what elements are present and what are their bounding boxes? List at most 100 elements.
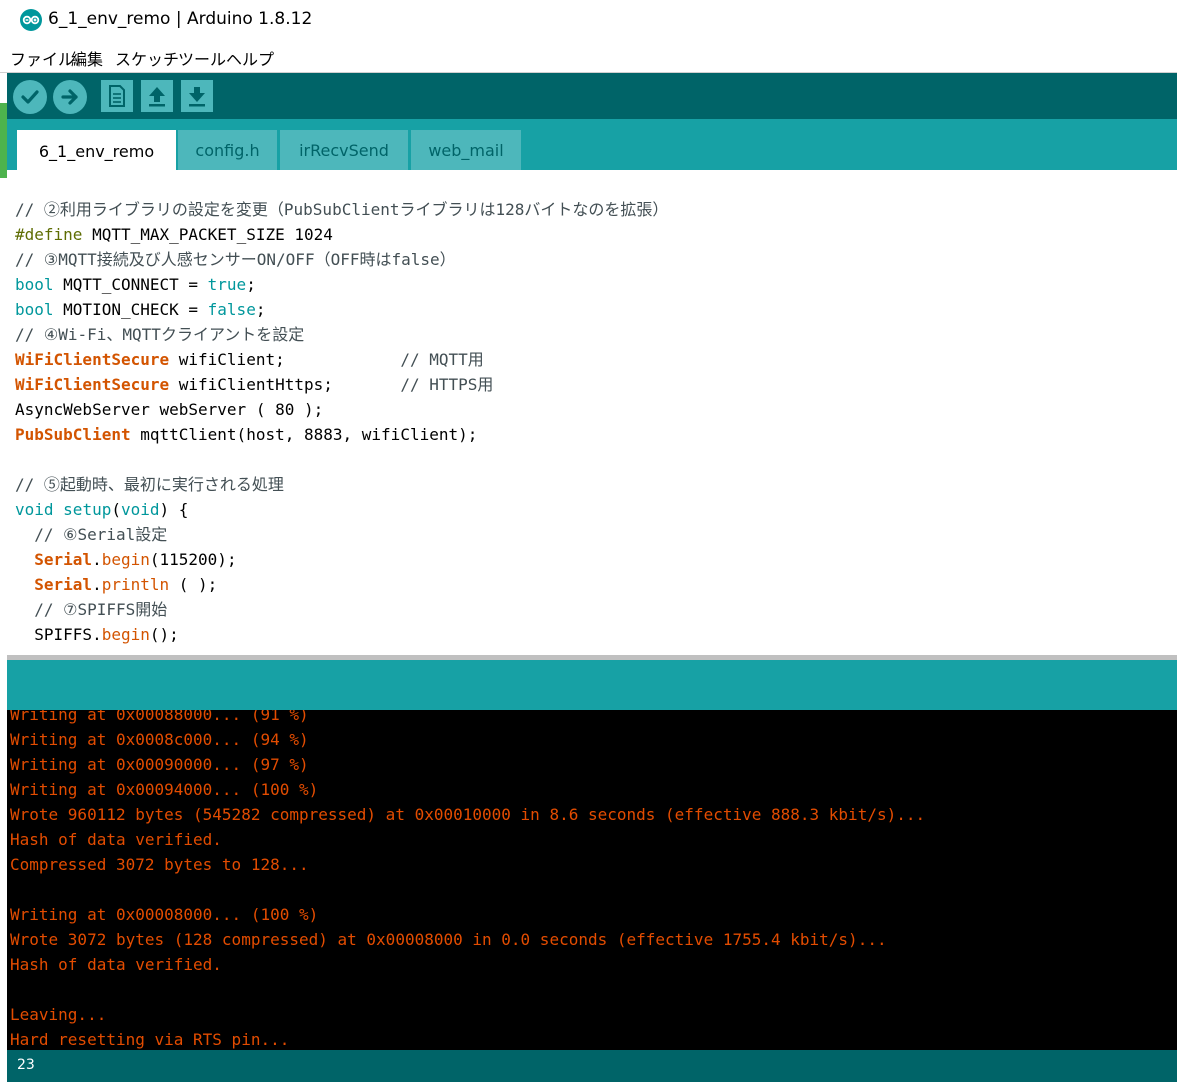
tab-web-mail[interactable]: web_mail xyxy=(411,130,521,170)
open-button[interactable] xyxy=(141,80,173,112)
code-token: wifiClientHttps; xyxy=(169,375,401,394)
console-line: Compressed 3072 bytes to 128... xyxy=(10,855,309,874)
tab-config-h[interactable]: config.h xyxy=(178,130,277,170)
tab-6-1-env-remo[interactable]: 6_1_env_remo xyxy=(17,130,176,172)
console-lines: Writing at 0x00088000... (91 %) Writing a… xyxy=(10,710,925,1050)
arduino-logo-icon xyxy=(20,9,42,31)
code-line: // ③MQTT接続及び人感センサーON/OFF（OFF時はfalse） xyxy=(15,247,668,272)
sketch-tabs: 6_1_env_remo config.h irRecvSend web_mai… xyxy=(7,119,1177,172)
code-token: // ⑦SPIFFS開始 xyxy=(15,600,168,619)
code-token: bool xyxy=(15,275,54,294)
code-token: // ③MQTT接続及び人感センサーON/OFF（OFF時はfalse） xyxy=(15,250,456,269)
arrow-up-icon xyxy=(149,87,165,107)
code-line: void setup(void) { xyxy=(15,497,668,522)
status-bar xyxy=(7,660,1177,710)
line-number: 23 xyxy=(17,1057,35,1073)
code-line: Serial.println ( ); xyxy=(15,572,668,597)
code-token: MQTT_MAX_PACKET_SIZE 1024 xyxy=(82,225,333,244)
code-token: AsyncWebServer webServer ( 80 ); xyxy=(15,400,324,419)
code-token: ( ); xyxy=(169,575,218,594)
code-line: SPIFFS.begin(); xyxy=(15,622,668,647)
window-left-accent xyxy=(0,103,7,178)
console-line: Wrote 3072 bytes (128 compressed) at 0x0… xyxy=(10,930,887,949)
code-line: WiFiClientSecure wifiClientHttps; // HTT… xyxy=(15,372,668,397)
code-token: (115200); xyxy=(149,550,237,569)
upload-button[interactable] xyxy=(53,80,87,114)
code-token: ; xyxy=(255,300,266,319)
console-line: Writing at 0x00094000... (100 %) xyxy=(10,780,319,799)
code-token: // ⑤起動時、最初に実行される処理 xyxy=(15,475,284,494)
code-token: bool xyxy=(15,300,54,319)
console-line: Leaving... xyxy=(10,1005,107,1024)
console-line: Wrote 960112 bytes (545282 compressed) a… xyxy=(10,805,926,824)
code-token: ; xyxy=(246,275,256,294)
code-line: // ⑤起動時、最初に実行される処理 xyxy=(15,472,668,497)
menu-tools[interactable]: ツール xyxy=(178,46,226,70)
code-token: // ⑥Serial設定 xyxy=(15,525,168,544)
code-token: ) { xyxy=(159,500,189,519)
check-icon xyxy=(21,90,39,104)
code-token: false xyxy=(207,300,256,319)
code-line: // ④Wi-Fi、MQTTクライアントを設定 xyxy=(15,322,668,347)
window-left-edge xyxy=(0,73,7,1085)
console-line: Writing at 0x0008c000... (94 %) xyxy=(10,730,309,749)
console-line: Hash of data verified. xyxy=(10,830,222,849)
code-token: // ②利用ライブラリの設定を変更（PubSubClientライブラリは128バ… xyxy=(15,200,669,219)
console-output[interactable]: Writing at 0x00088000... (91 %) Writing a… xyxy=(7,710,1177,1050)
code-token: println xyxy=(101,575,170,594)
code-token: mqttClient(host, 8883, wifiClient); xyxy=(130,425,478,444)
menu-edit[interactable]: 編集 xyxy=(71,46,103,70)
footer-bar: 23 xyxy=(7,1050,1177,1082)
console-line: Hard resetting via RTS pin... xyxy=(10,1030,290,1049)
code-line: AsyncWebServer webServer ( 80 ); xyxy=(15,397,668,422)
menu-help[interactable]: ヘルプ xyxy=(226,46,274,70)
code-line: // ②利用ライブラリの設定を変更（PubSubClientライブラリは128バ… xyxy=(15,197,668,222)
verify-button[interactable] xyxy=(13,80,47,114)
new-sketch-button[interactable] xyxy=(101,80,133,112)
console-line: Hash of data verified. xyxy=(10,955,222,974)
code-token: // HTTPS用 xyxy=(400,375,494,394)
document-icon xyxy=(109,85,125,107)
code-token: wifiClient; xyxy=(169,350,401,369)
code-line: // ⑦SPIFFS開始 xyxy=(15,597,668,622)
code-token: MQTT_CONNECT = xyxy=(53,275,208,294)
code-line: PubSubClient mqttClient(host, 8883, wifi… xyxy=(15,422,668,447)
arrow-right-icon xyxy=(61,89,78,105)
code-token: setup xyxy=(63,500,112,519)
code-token: begin xyxy=(101,550,150,569)
code-token: WiFiClientSecure xyxy=(15,375,170,394)
code-token: MOTION_CHECK = xyxy=(53,300,208,319)
code-token: void xyxy=(120,500,160,519)
code-token: PubSubClient xyxy=(15,425,131,444)
arrow-down-icon xyxy=(189,87,205,107)
code-token: (); xyxy=(149,625,179,644)
save-button[interactable] xyxy=(181,80,213,112)
title-bar: 6_1_env_remo | Arduino 1.8.12 xyxy=(0,0,1177,42)
toolbar xyxy=(7,73,1177,119)
code-token: void xyxy=(15,500,54,519)
tab-irrecvsend[interactable]: irRecvSend xyxy=(280,130,408,170)
console-line: Writing at 0x00090000... (97 %) xyxy=(10,755,309,774)
menu-file[interactable]: ファイル xyxy=(10,46,74,70)
code-editor[interactable]: // ②利用ライブラリの設定を変更（PubSubClientライブラリは128バ… xyxy=(7,170,1177,655)
code-token: . xyxy=(92,575,102,594)
console-line: Writing at 0x00088000... (91 %) xyxy=(10,710,309,724)
code-token: . xyxy=(92,550,102,569)
code-line: bool MOTION_CHECK = false; xyxy=(15,297,668,322)
menu-sketch[interactable]: スケッチ xyxy=(115,46,179,70)
menu-bar: ファイル 編集 スケッチ ツール ヘルプ xyxy=(0,42,1177,73)
code-line: #define MQTT_MAX_PACKET_SIZE 1024 xyxy=(15,222,668,247)
window-title: 6_1_env_remo | Arduino 1.8.12 xyxy=(48,9,313,29)
code-token: #define xyxy=(15,225,83,244)
code-line: Serial.begin(115200); xyxy=(15,547,668,572)
code-token: true xyxy=(207,275,247,294)
code-line: bool MQTT_CONNECT = true; xyxy=(15,272,668,297)
code-lines: // ②利用ライブラリの設定を変更（PubSubClientライブラリは128バ… xyxy=(15,197,668,647)
code-token: // MQTT用 xyxy=(400,350,484,369)
